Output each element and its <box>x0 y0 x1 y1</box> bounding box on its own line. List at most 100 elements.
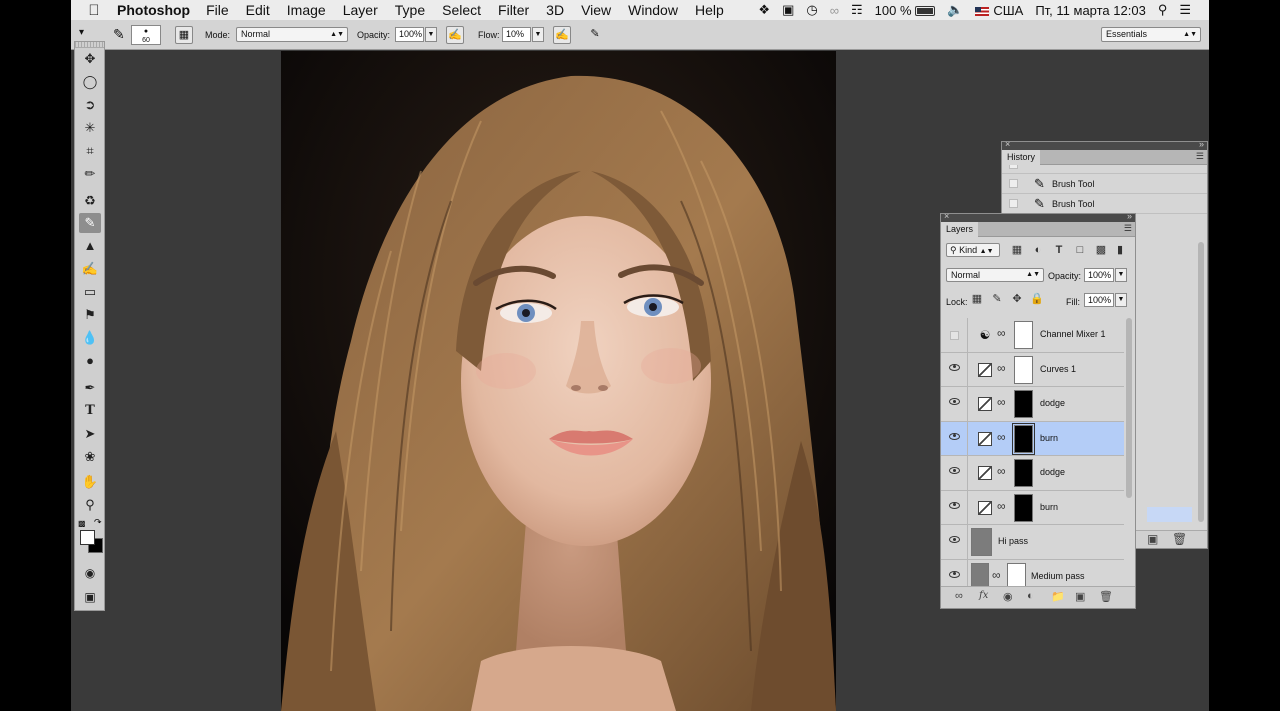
workspace-select[interactable]: Essentials ▲▼ <box>1101 27 1201 42</box>
clock[interactable]: Пт, 11 марта 12:03 <box>1035 3 1145 18</box>
collapse-icon[interactable]: » <box>1127 214 1132 221</box>
new-adjustment-layer-icon[interactable]: ◐ <box>1027 590 1034 602</box>
volume-icon[interactable]: 🔈 <box>947 2 963 18</box>
layer-mask-thumbnail[interactable] <box>1014 390 1033 418</box>
visibility-toggle[interactable] <box>941 559 968 586</box>
layer-row[interactable]: ∞ Medium pass <box>941 559 1124 586</box>
layer-row[interactable]: ∞ dodge <box>941 387 1124 422</box>
layers-scrollbar[interactable] <box>1126 318 1132 498</box>
lock-all-icon[interactable]: 🔒 <box>1029 292 1045 306</box>
layer-mask-thumbnail[interactable] <box>1007 562 1026 586</box>
wifi-icon[interactable]: ☶ <box>851 2 863 18</box>
history-item[interactable] <box>1002 165 1207 174</box>
tab-layers[interactable]: Layers <box>941 222 979 237</box>
pen-tool[interactable]: ✒ <box>79 378 101 398</box>
filter-kind-select[interactable]: ⚲ Kind ▲▼ <box>946 243 1000 257</box>
panel-menu-icon[interactable]: ☰ <box>1124 223 1132 234</box>
history-panel-header[interactable]: × » <box>1002 142 1207 150</box>
paint-bucket-tool[interactable]: ⚑ <box>79 305 101 325</box>
visibility-toggle[interactable] <box>941 525 968 559</box>
layer-row[interactable]: ∞ dodge <box>941 456 1124 491</box>
opacity-slider-toggle[interactable]: ▼ <box>425 27 437 42</box>
time-machine-icon[interactable]: ◷ <box>806 2 817 18</box>
history-brush-tool[interactable]: ✍ <box>79 259 101 279</box>
fill-input[interactable]: 100% <box>1084 293 1114 307</box>
move-tool[interactable]: ✥ <box>79 49 101 69</box>
default-colors-icon[interactable]: ▩ <box>78 519 86 528</box>
menu-select[interactable]: Select <box>442 2 481 18</box>
bluetooth-icon[interactable]: ∞ <box>830 3 839 18</box>
layer-thumbnail[interactable] <box>971 562 989 586</box>
custom-shape-tool[interactable]: ❀ <box>79 447 101 467</box>
eyedropper-tool[interactable]: ✏ <box>79 164 101 184</box>
layer-row[interactable]: Hi pass <box>941 525 1124 560</box>
layer-row-selected[interactable]: ∞ burn <box>941 421 1124 456</box>
menu-help[interactable]: Help <box>695 2 724 18</box>
tool-preset-picker[interactable]: ▾ <box>79 27 84 38</box>
tab-history[interactable]: History <box>1002 150 1041 165</box>
brush-tool[interactable]: ✎ <box>79 213 101 233</box>
filter-smart-object-icon[interactable]: ▩ <box>1093 243 1109 257</box>
brush-preset-picker[interactable]: ● 60 <box>131 25 161 45</box>
flow-slider-toggle[interactable]: ▼ <box>532 27 544 42</box>
swap-colors-icon[interactable]: ↷ <box>94 517 102 528</box>
menu-filter[interactable]: Filter <box>498 2 529 18</box>
brush-panel-toggle[interactable]: ▦ <box>175 26 193 44</box>
layer-row[interactable]: ∞ Curves 1 <box>941 352 1124 387</box>
mode-select[interactable]: Normal ▲▼ <box>236 27 348 42</box>
history-item[interactable]: ✎ Brush Tool <box>1002 174 1207 194</box>
dropbox-icon[interactable]: ❖ <box>758 2 770 18</box>
filter-adjustment-icon[interactable]: ◐ <box>1030 243 1046 257</box>
snapshot-checkbox[interactable] <box>1009 199 1018 208</box>
battery-status[interactable]: 100 % <box>875 3 936 18</box>
link-layers-icon[interactable]: ∞ <box>955 590 963 602</box>
zoom-tool[interactable]: ⚲ <box>79 495 101 515</box>
fill-slider-toggle[interactable]: ▼ <box>1115 293 1127 307</box>
tools-panel-grip[interactable] <box>75 42 104 48</box>
type-tool[interactable]: T <box>79 401 101 421</box>
layer-mask-thumbnail[interactable] <box>1014 321 1033 349</box>
pressure-size-icon[interactable]: ✎ <box>586 26 604 44</box>
layer-row[interactable]: ☯ ∞ Channel Mixer 1 <box>941 318 1124 353</box>
eraser-tool[interactable]: ▭ <box>79 282 101 302</box>
spot-healing-tool[interactable]: ♻ <box>79 191 101 211</box>
screen-mode-icon[interactable]: ▣ <box>79 587 101 607</box>
spotlight-icon[interactable]: ⚲ <box>1158 2 1168 18</box>
menu-edit[interactable]: Edit <box>246 2 270 18</box>
quick-mask-icon[interactable]: ◉ <box>79 563 101 583</box>
hand-tool[interactable]: ✋ <box>79 472 101 492</box>
close-icon[interactable]: × <box>1005 142 1010 149</box>
visibility-toggle[interactable] <box>941 318 968 352</box>
visibility-toggle[interactable] <box>941 490 968 524</box>
evernote-icon[interactable]: ▣ <box>782 2 794 18</box>
menu-file[interactable]: File <box>206 2 229 18</box>
trash-icon[interactable]: 🗑 <box>1099 590 1113 603</box>
snapshot-checkbox[interactable] <box>1009 179 1018 188</box>
new-group-icon[interactable]: 📁 <box>1051 590 1065 603</box>
layer-mask-thumbnail[interactable] <box>1014 355 1033 384</box>
layer-style-icon[interactable]: fx <box>979 590 988 601</box>
document-canvas[interactable] <box>281 51 836 711</box>
layer-opacity-slider-toggle[interactable]: ▼ <box>1115 268 1127 282</box>
history-item[interactable]: ✎ Brush Tool <box>1002 194 1207 214</box>
layers-panel-header[interactable]: × » <box>941 214 1135 222</box>
crop-tool[interactable]: ⌗ <box>79 141 101 161</box>
new-snapshot-icon[interactable]: ▣ <box>1147 532 1158 546</box>
menu-3d[interactable]: 3D <box>546 2 564 18</box>
visibility-toggle[interactable] <box>941 387 968 421</box>
layer-mask-thumbnail[interactable] <box>1014 459 1033 487</box>
history-selected-state[interactable] <box>1147 507 1192 522</box>
apple-icon[interactable]:  <box>71 2 117 19</box>
menu-window[interactable]: Window <box>628 2 678 18</box>
trash-icon[interactable]: 🗑 <box>1172 532 1187 546</box>
filter-pixel-icon[interactable]: ▦ <box>1009 243 1025 257</box>
notification-center-icon[interactable]: ☰ <box>1179 2 1191 18</box>
lock-position-icon[interactable]: ✥ <box>1009 292 1025 306</box>
visibility-toggle[interactable] <box>941 421 968 455</box>
dodge-tool[interactable]: ● <box>79 351 101 371</box>
blur-tool[interactable]: 💧 <box>79 328 101 348</box>
visibility-toggle[interactable] <box>941 352 968 386</box>
lock-image-icon[interactable]: ✎ <box>989 292 1005 306</box>
clone-stamp-tool[interactable]: ▲ <box>79 236 101 256</box>
layer-row[interactable]: ∞ burn <box>941 490 1124 525</box>
